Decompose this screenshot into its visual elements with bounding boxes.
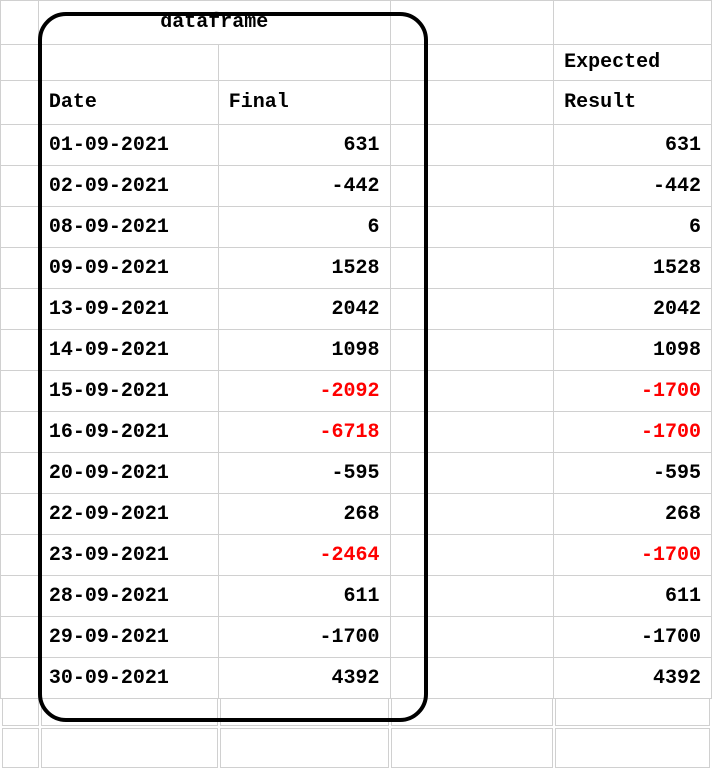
cell-result: 1098: [554, 330, 712, 371]
cell-result: -1700: [554, 412, 712, 453]
table-row: 28-09-2021611611: [1, 576, 712, 617]
table-row: 02-09-2021-442-442: [1, 166, 712, 207]
cell-final: -2464: [218, 535, 390, 576]
cell-result: -1700: [554, 371, 712, 412]
cell-result: -442: [554, 166, 712, 207]
table-row: 01-09-2021631631: [1, 125, 712, 166]
cell-final: 4392: [218, 658, 390, 699]
table-row: 30-09-202143924392: [1, 658, 712, 699]
cell-result: 4392: [554, 658, 712, 699]
cell-result: -595: [554, 453, 712, 494]
cell-date: 13-09-2021: [38, 289, 218, 330]
cell-result: 1528: [554, 248, 712, 289]
cell-result: -1700: [554, 617, 712, 658]
cell-final: 1098: [218, 330, 390, 371]
table-row: 15-09-2021-2092 -1700: [1, 371, 712, 412]
cell-result: 6: [554, 207, 712, 248]
cell-final: 6: [218, 207, 390, 248]
cell-final: 1528: [218, 248, 390, 289]
header-result: Result: [554, 81, 712, 125]
table-row: 20-09-2021-595-595: [1, 453, 712, 494]
data-table: dataframe Expected Date Final Result 01-…: [0, 0, 712, 699]
header-date: Date: [38, 81, 218, 125]
cell-final: 611: [218, 576, 390, 617]
table-row: 22-09-2021268268: [1, 494, 712, 535]
table-row: 16-09-2021-6718 -1700: [1, 412, 712, 453]
header-final: Final: [218, 81, 390, 125]
cell-date: 16-09-2021: [38, 412, 218, 453]
cell-result: 611: [554, 576, 712, 617]
cell-final: 268: [218, 494, 390, 535]
cell-final: -6718: [218, 412, 390, 453]
cell-final: -595: [218, 453, 390, 494]
cell-date: 01-09-2021: [38, 125, 218, 166]
cell-result: -1700: [554, 535, 712, 576]
cell-final: 631: [218, 125, 390, 166]
cell-date: 09-09-2021: [38, 248, 218, 289]
cell-result: 631: [554, 125, 712, 166]
cell-final: -442: [218, 166, 390, 207]
table-row: 08-09-202166: [1, 207, 712, 248]
cell-date: 29-09-2021: [38, 617, 218, 658]
cell-date: 08-09-2021: [38, 207, 218, 248]
cell-date: 23-09-2021: [38, 535, 218, 576]
cell-date: 14-09-2021: [38, 330, 218, 371]
table-row: 14-09-202110981098: [1, 330, 712, 371]
table-row: 09-09-202115281528: [1, 248, 712, 289]
table-row: 13-09-202120422042: [1, 289, 712, 330]
cell-date: 28-09-2021: [38, 576, 218, 617]
cell-date: 15-09-2021: [38, 371, 218, 412]
cell-final: -1700: [218, 617, 390, 658]
cell-result: 2042: [554, 289, 712, 330]
cell-final: -2092: [218, 371, 390, 412]
cell-date: 30-09-2021: [38, 658, 218, 699]
cell-result: 268: [554, 494, 712, 535]
cell-date: 02-09-2021: [38, 166, 218, 207]
table-row: 29-09-2021-1700-1700: [1, 617, 712, 658]
frame-title: dataframe: [38, 1, 390, 45]
cell-date: 20-09-2021: [38, 453, 218, 494]
header-expected: Expected: [554, 45, 712, 81]
cell-date: 22-09-2021: [38, 494, 218, 535]
table-row: 23-09-2021-2464 -1700: [1, 535, 712, 576]
cell-final: 2042: [218, 289, 390, 330]
